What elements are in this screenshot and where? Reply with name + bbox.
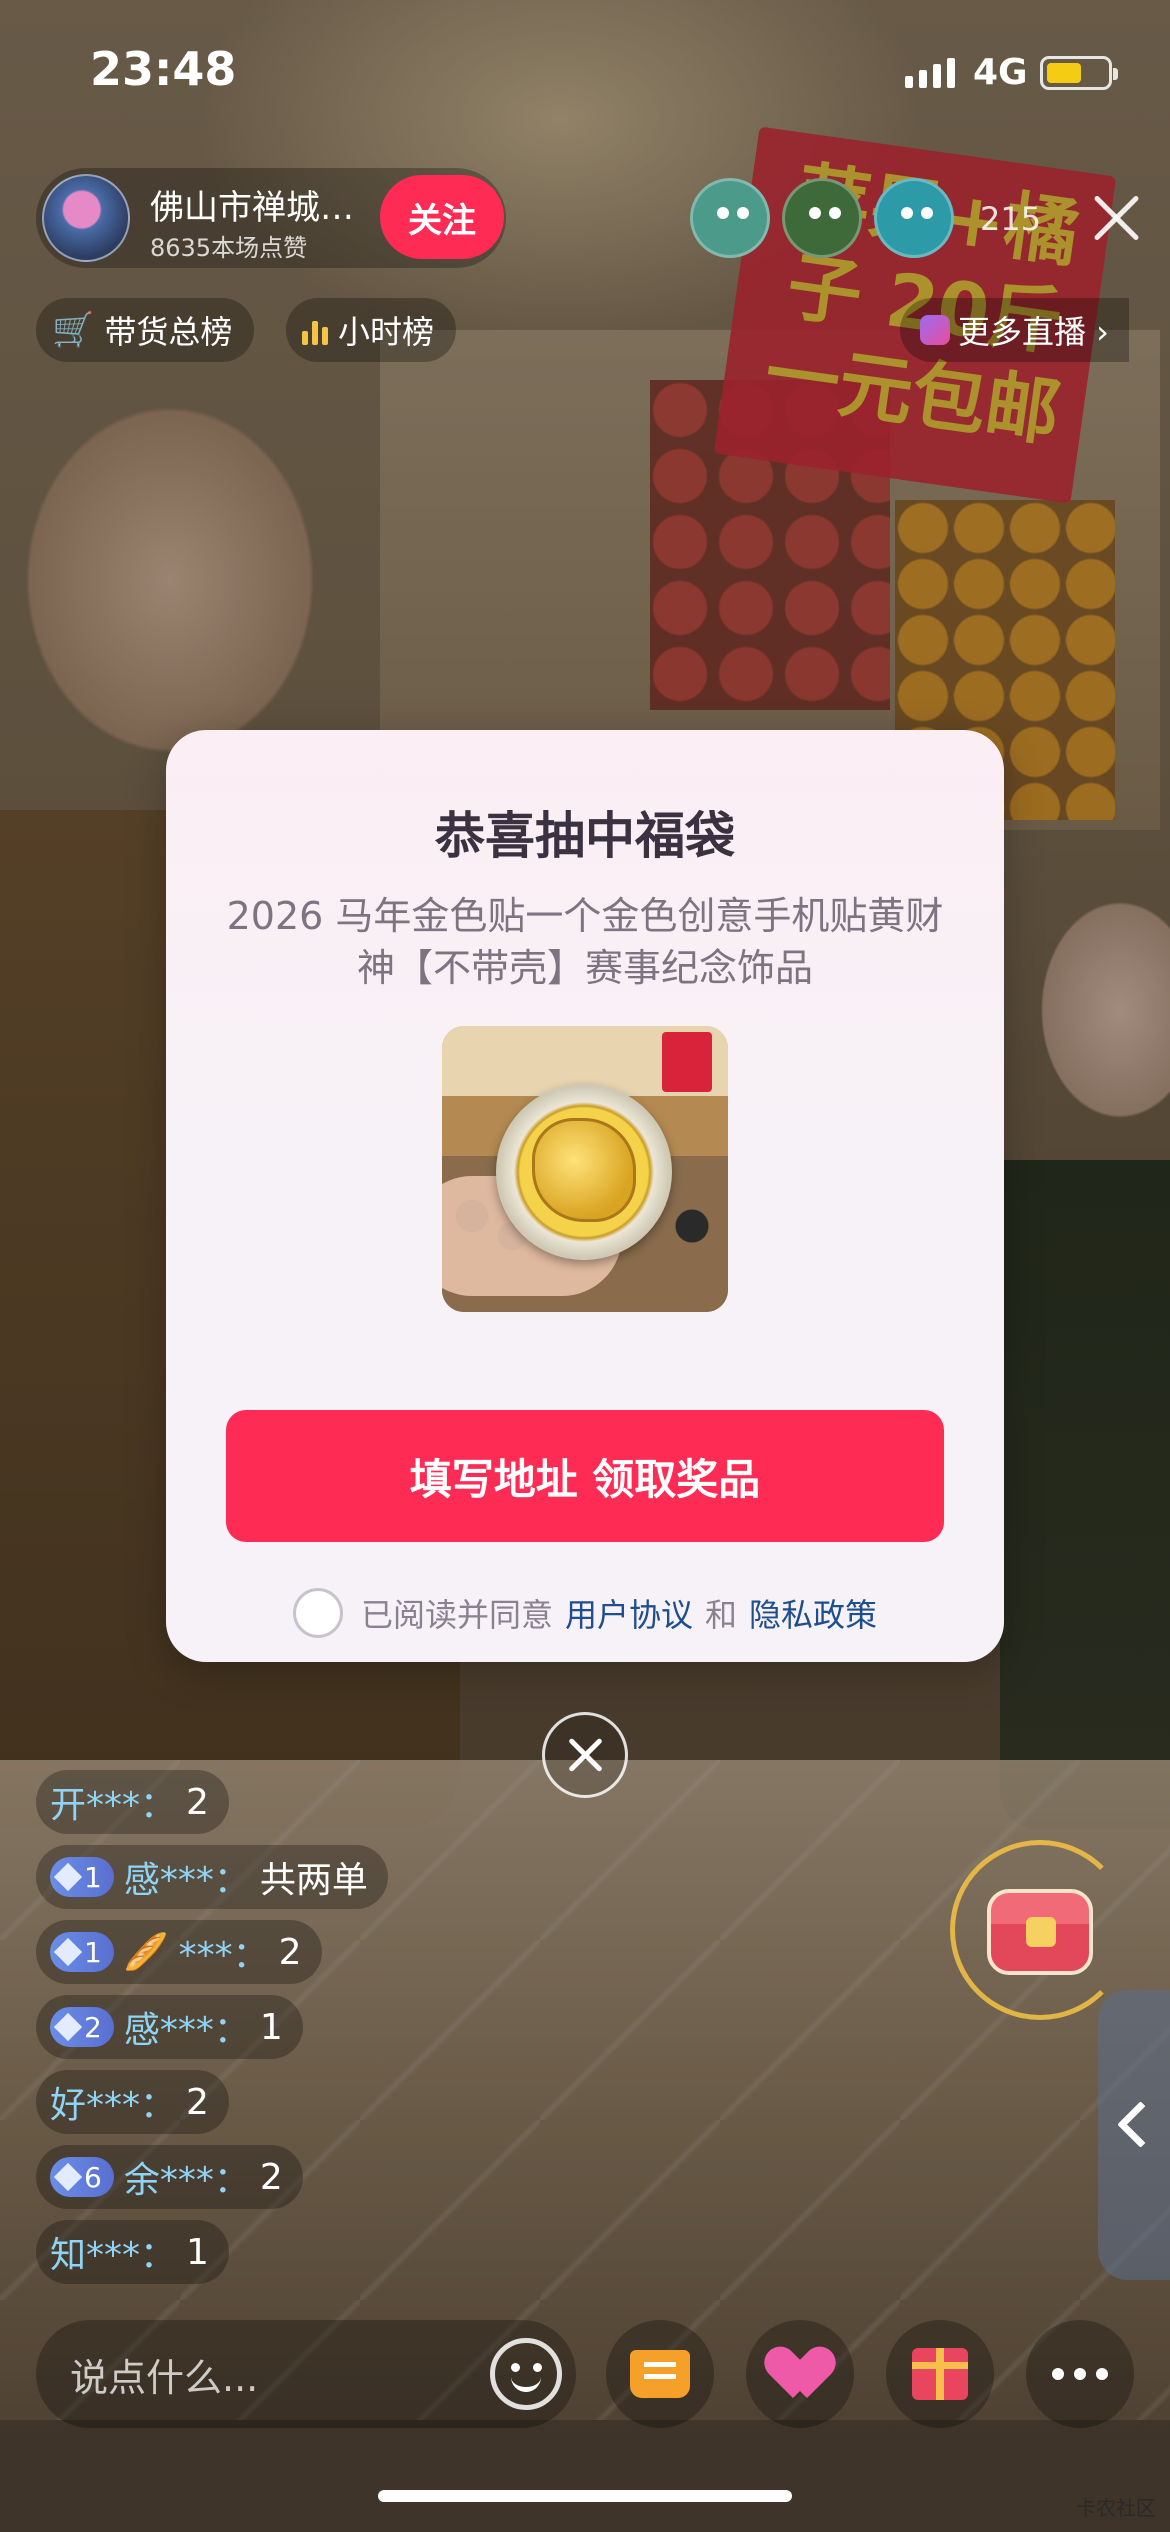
gift-button[interactable] bbox=[886, 2320, 994, 2428]
side-drawer-tab[interactable] bbox=[1098, 1990, 1170, 2280]
status-time: 23:48 bbox=[90, 42, 237, 96]
hourly-rank-label: 小时榜 bbox=[338, 313, 435, 351]
fan-level-badge: 2 bbox=[50, 2007, 114, 2047]
viewer-count[interactable]: 215 bbox=[980, 200, 1041, 238]
cellular-signal-icon bbox=[905, 58, 955, 88]
more-live-label: 更多直播 › bbox=[958, 313, 1109, 351]
follow-button[interactable]: 关注 bbox=[380, 175, 504, 259]
shop-button[interactable] bbox=[606, 2320, 714, 2428]
user-emoji-icon: 🥖 bbox=[123, 1932, 169, 1973]
user-agreement-link[interactable]: 用户协议 bbox=[565, 1590, 693, 1636]
viewer-avatar[interactable] bbox=[874, 178, 954, 258]
prize-photo-sign bbox=[662, 1032, 712, 1092]
watermark: 卡农社区 bbox=[1076, 2496, 1156, 2520]
agreement-row: 已阅读并同意 用户协议 和 隐私政策 bbox=[166, 1588, 1004, 1638]
fan-level-badge: 1 bbox=[50, 1932, 114, 1972]
close-live-icon[interactable] bbox=[1090, 190, 1144, 244]
agree-and-text: 和 bbox=[705, 1596, 738, 1634]
lucky-bag-win-dialog: 恭喜抽中福袋 2026 马年金色贴一个金色创意手机贴黄财神【不带壳】赛事纪念饰品… bbox=[166, 730, 1004, 1662]
like-button[interactable] bbox=[746, 2320, 854, 2428]
comment-text: 2 bbox=[278, 1931, 302, 1973]
viewer-avatar[interactable] bbox=[690, 178, 770, 258]
prize-image bbox=[442, 1026, 728, 1312]
chest-lock-icon bbox=[1026, 1917, 1056, 1947]
comment-text: 2 bbox=[186, 1781, 209, 1823]
comment-item: 2 感***： 1 bbox=[36, 1995, 303, 2059]
comment-user: 余***： bbox=[123, 2160, 250, 2201]
claim-prize-button[interactable]: 填写地址 领取奖品 bbox=[226, 1410, 944, 1542]
live-icon bbox=[920, 315, 950, 345]
fan-level-badge: 6 bbox=[50, 2157, 114, 2197]
bar-chart-icon bbox=[302, 315, 328, 345]
heart-icon bbox=[771, 2348, 829, 2400]
comment-item: 好***： 2 bbox=[36, 2070, 229, 2134]
comment-item: 1 感***： 共两单 bbox=[36, 1845, 388, 1909]
diamond-icon bbox=[53, 1862, 83, 1892]
more-button[interactable] bbox=[1026, 2320, 1134, 2428]
comment-item: 6 余***： 2 bbox=[36, 2145, 303, 2209]
comment-text: 共两单 bbox=[259, 1860, 368, 1901]
host-avatar[interactable] bbox=[42, 174, 130, 262]
comment-text: 1 bbox=[186, 2231, 209, 2273]
more-dots-icon bbox=[1052, 2368, 1108, 2380]
top-viewers[interactable] bbox=[690, 178, 966, 258]
comment-text: 1 bbox=[259, 2006, 283, 2048]
comment-user: 感***： bbox=[123, 1860, 250, 1901]
viewer-avatar[interactable] bbox=[782, 178, 862, 258]
more-live-button[interactable]: 更多直播 › bbox=[900, 298, 1129, 362]
comment-item: 开***： 2 bbox=[36, 1770, 229, 1834]
comment-user: 感***： bbox=[123, 2010, 250, 2051]
comment-user: 知***： bbox=[50, 2235, 177, 2276]
host-name: 佛山市禅城… bbox=[150, 188, 354, 228]
treasure-chest-button[interactable] bbox=[950, 1840, 1130, 2020]
gift-icon bbox=[912, 2348, 968, 2400]
goods-rank-button[interactable]: 🛒 带货总榜 bbox=[36, 298, 255, 362]
network-type: 4G bbox=[973, 52, 1028, 93]
emoji-icon[interactable] bbox=[490, 2338, 562, 2410]
privacy-policy-link[interactable]: 隐私政策 bbox=[749, 1590, 877, 1636]
comment-text: 2 bbox=[186, 2081, 209, 2123]
comment-user: ***： bbox=[178, 1935, 269, 1976]
goods-rank-label: 带货总榜 bbox=[104, 313, 233, 351]
battery-icon bbox=[1040, 56, 1118, 90]
cart-icon: 🛒 bbox=[52, 310, 95, 350]
diamond-icon bbox=[53, 2162, 83, 2192]
comment-list[interactable]: 开***： 2 1 感***： 共两单 1 🥖 ***： 2 2 感***： 1… bbox=[36, 1770, 656, 2295]
comment-item: 1 🥖 ***： 2 bbox=[36, 1920, 322, 1984]
comment-item: 知***： 1 bbox=[36, 2220, 229, 2284]
comment-user: 好***： bbox=[50, 2085, 177, 2126]
dialog-title: 恭喜抽中福袋 bbox=[435, 807, 735, 865]
home-indicator[interactable] bbox=[378, 2490, 792, 2502]
dialog-close-icon[interactable] bbox=[542, 1712, 628, 1798]
comment-text: 2 bbox=[259, 2156, 283, 2198]
agree-text: 已阅读并同意 bbox=[360, 1596, 553, 1634]
horse-icon bbox=[532, 1118, 636, 1222]
host-likes-count: 8635本场点赞 bbox=[150, 234, 308, 262]
diamond-icon bbox=[53, 2012, 83, 2042]
comment-user: 开***： bbox=[50, 1785, 177, 1826]
diamond-icon bbox=[53, 1937, 83, 1967]
agree-checkbox[interactable] bbox=[292, 1588, 343, 1638]
prize-name: 2026 马年金色贴一个金色创意手机贴黄财神【不带壳】赛事纪念饰品 bbox=[226, 894, 944, 990]
status-bar: 23:48 4G bbox=[0, 0, 1170, 140]
fan-level-badge: 1 bbox=[50, 1857, 114, 1897]
shopping-cart-icon bbox=[630, 2350, 690, 2398]
hourly-rank-button[interactable]: 小时榜 bbox=[286, 298, 457, 362]
